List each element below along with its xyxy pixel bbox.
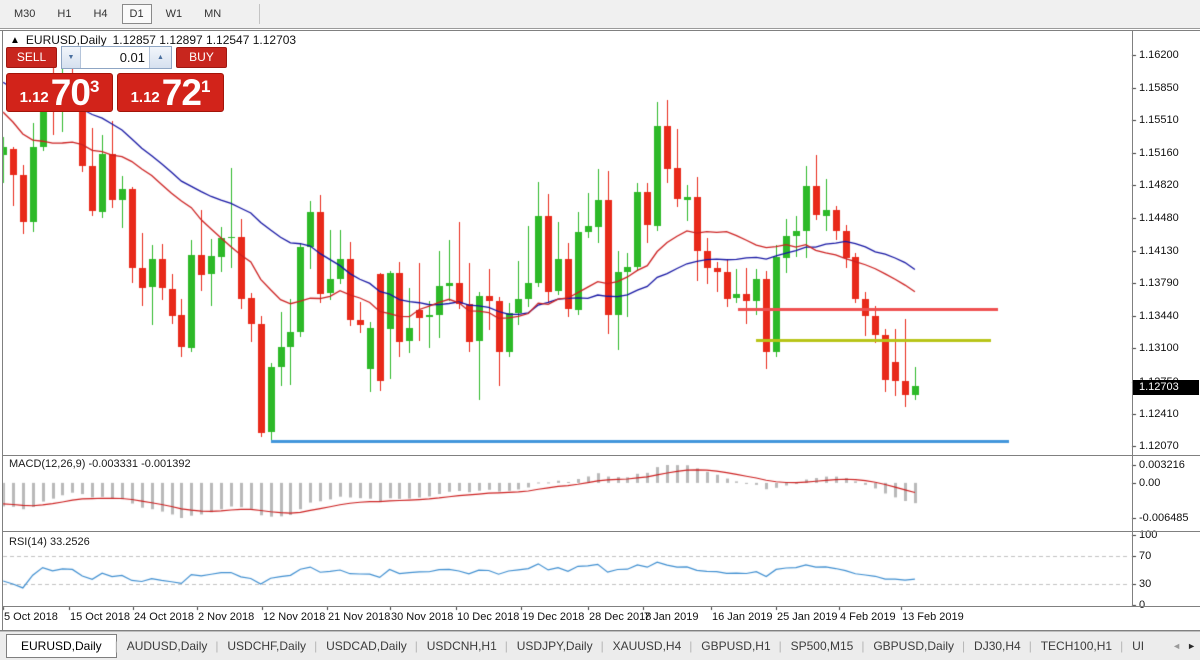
chart-tab-sp500-m15[interactable]: SP500,M15 <box>779 635 864 657</box>
buy-price-button[interactable]: 1.12 72 1 <box>117 73 224 112</box>
price-axis-border <box>1132 31 1133 606</box>
timeframe-button-h4[interactable]: H4 <box>85 4 115 24</box>
timeframe-button-d1[interactable]: D1 <box>121 4 152 24</box>
price-axis-label: 1.14480 <box>1139 211 1179 224</box>
time-axis-label: 24 Oct 2018 <box>134 611 194 623</box>
time-axis-label: 13 Feb 2019 <box>902 611 964 623</box>
buy-price-big: 72 <box>161 72 202 113</box>
sell-price-sup: 3 <box>89 77 100 96</box>
chart-tab-gbpusd-h1[interactable]: GBPUSD,H1 <box>689 635 780 657</box>
price-axis-label: 1.14130 <box>1139 244 1179 257</box>
sell-price-button[interactable]: 1.12 70 3 <box>6 73 113 112</box>
current-price-badge: 1.12703 <box>1133 380 1199 395</box>
time-axis-label: 4 Feb 2019 <box>840 611 896 623</box>
chart-tab-usdcad-daily[interactable]: USDCAD,Daily <box>314 635 417 657</box>
chart-tab-eurusd-daily[interactable]: EURUSD,Daily <box>6 634 117 658</box>
timeframe-button-mn[interactable]: MN <box>196 4 229 24</box>
price-axis-label: 1.16200 <box>1139 48 1179 61</box>
rsi-axis-label: 70 <box>1139 550 1152 562</box>
price-axis-label: 1.15850 <box>1139 81 1179 94</box>
ohlc-values: 1.12857 1.12897 1.12547 1.12703 <box>112 33 297 47</box>
price-axis-label: 1.15510 <box>1139 113 1179 126</box>
chart-title: ▲ EURUSD,Daily 1.12857 1.12897 1.12547 1… <box>10 33 296 47</box>
chart-tab-ui[interactable]: UI <box>1120 635 1154 657</box>
time-axis-label: 12 Nov 2018 <box>263 611 326 623</box>
macd-axis-label: 0.00 <box>1139 477 1161 489</box>
rsi-panel-separator[interactable] <box>3 531 1200 532</box>
buy-price-small: 1.12 <box>130 89 160 106</box>
volume-increase-icon[interactable]: ▲ <box>149 47 171 68</box>
tab-scroll-left-icon[interactable]: ◄ <box>1172 641 1181 651</box>
rsi-axis-label: 0 <box>1139 599 1146 611</box>
chart-tab-usdchf-daily[interactable]: USDCHF,Daily <box>215 635 316 657</box>
time-axis-label: 15 Oct 2018 <box>70 611 130 623</box>
macd-axis-label: 0.003216 <box>1139 459 1185 471</box>
volume-decrease-icon[interactable]: ▼ <box>62 47 81 68</box>
chart-tab-audusd-daily[interactable]: AUDUSD,Daily <box>115 635 218 657</box>
rsi-axis-label: 30 <box>1139 578 1152 590</box>
time-axis-label: 2 Nov 2018 <box>198 611 255 623</box>
chart-tab-usdcnh-h1[interactable]: USDCNH,H1 <box>415 635 507 657</box>
timeframe-button-w1[interactable]: W1 <box>158 4 191 24</box>
macd-label: MACD(12,26,9) -0.003331 -0.001392 <box>9 458 191 470</box>
sell-price-big: 70 <box>50 72 91 113</box>
time-axis-label: 5 Oct 2018 <box>4 611 58 623</box>
time-axis-label: 21 Nov 2018 <box>328 611 391 623</box>
price-axis-label: 1.14820 <box>1139 179 1179 192</box>
time-axis-label: 19 Dec 2018 <box>522 611 585 623</box>
volume-stepper: ▼ ▲ <box>61 46 172 69</box>
price-axis-label: 1.13440 <box>1139 310 1179 323</box>
toolbar-separator <box>259 4 261 24</box>
timeframe-button-h1[interactable]: H1 <box>49 4 79 24</box>
price-axis-label: 1.12070 <box>1139 440 1179 453</box>
time-axis-label: 16 Jan 2019 <box>712 611 773 623</box>
chart-tab-tech100-h1[interactable]: TECH100,H1 <box>1029 635 1122 657</box>
time-axis-separator <box>3 606 1200 607</box>
price-axis-label: 1.13100 <box>1139 342 1179 355</box>
chart-tab-usdjpy-daily[interactable]: USDJPY,Daily <box>505 635 603 657</box>
chart-window-border-top <box>0 30 1200 31</box>
chart-tab-gbpusd-daily[interactable]: GBPUSD,Daily <box>861 635 964 657</box>
sell-price-small: 1.12 <box>19 89 49 106</box>
volume-input[interactable] <box>81 47 149 68</box>
tab-scroll-right-icon[interactable]: ► <box>1187 641 1196 651</box>
time-axis-label: 30 Nov 2018 <box>391 611 454 623</box>
timeframe-toolbar: M30 H1 H4 D1 W1 MN <box>0 0 1200 29</box>
chart-tab-bar: EURUSD,DailyAUDUSD,DailyUSDCHF,DailyUSDC… <box>0 631 1200 660</box>
symbol-marker-icon: ▲ <box>10 34 20 46</box>
one-click-trade-widget: SELL ▼ ▲ BUY 1.12 70 3 1.12 72 1 <box>6 46 230 112</box>
price-axis-label: 1.13790 <box>1139 277 1179 289</box>
trading-platform: M30 H1 H4 D1 W1 MN ▲ EURUSD,Daily 1.12857 1.1… <box>0 0 1200 660</box>
macd-panel-separator[interactable] <box>3 455 1200 456</box>
time-axis-label: 25 Jan 2019 <box>777 611 838 623</box>
time-axis-label: 7 Jan 2019 <box>644 611 699 623</box>
timeframe-button-m30[interactable]: M30 <box>6 4 43 24</box>
chart-tab-xauusd-h4[interactable]: XAUUSD,H4 <box>601 635 692 657</box>
buy-price-sup: 1 <box>200 77 211 96</box>
symbol-title: EURUSD,Daily <box>25 33 107 47</box>
macd-axis-label: -0.006485 <box>1139 512 1189 524</box>
sell-button[interactable]: SELL <box>6 47 57 68</box>
time-axis-label: 10 Dec 2018 <box>457 611 520 623</box>
price-axis-label: 1.12410 <box>1139 407 1179 420</box>
chart-window-border-left <box>2 30 3 630</box>
chart-tab-dj30-h4[interactable]: DJ30,H4 <box>962 635 1031 657</box>
rsi-label: RSI(14) 33.2526 <box>9 536 90 548</box>
price-axis-label: 1.15160 <box>1139 147 1179 160</box>
time-axis-label: 28 Dec 2018 <box>589 611 652 623</box>
buy-button[interactable]: BUY <box>176 47 227 68</box>
